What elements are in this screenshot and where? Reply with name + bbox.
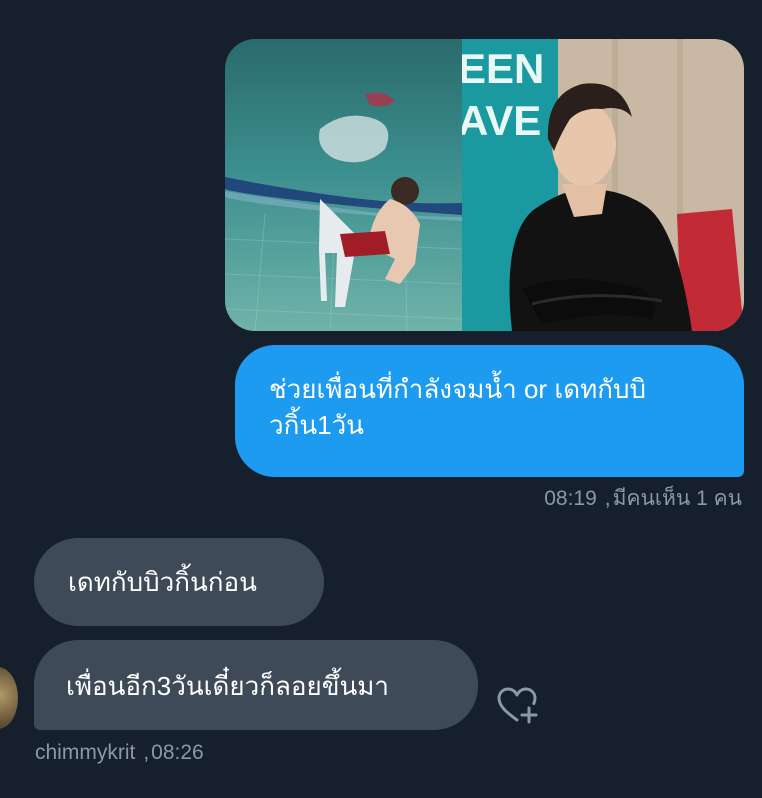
sent-message-bubble[interactable]: ช่วยเพื่อนที่กำลังจมน้ำ or เดทกับบิวกิ้น… xyxy=(235,345,744,477)
received-message-text: เพื่อนอีก3วันเดี๋ยวก็ลอยขึ้นมา xyxy=(66,671,390,701)
received-message-text: เดทกับบิวกิ้นก่อน xyxy=(68,567,257,597)
seen-status: มีคนเห็น 1 คน xyxy=(612,487,742,510)
received-message-bubble[interactable]: เดทกับบิวกิ้นก่อน xyxy=(34,538,324,626)
media-pool-scene xyxy=(225,39,463,331)
avatar[interactable] xyxy=(0,667,18,729)
sender-username[interactable]: chimmykrit xyxy=(35,741,135,764)
heart-plus-icon[interactable] xyxy=(496,686,540,726)
sent-time: 08:19 xyxy=(544,487,597,510)
received-time: 08:26 xyxy=(151,741,204,764)
received-message-bubble[interactable]: เพื่อนอีก3วันเดี๋ยวก็ลอยขึ้นมา xyxy=(34,640,478,730)
sent-message-text: ช่วยเพื่อนที่กำลังจมน้ำ or เดทกับบิวกิ้น… xyxy=(269,374,646,440)
received-message-meta: chimmykrit ,08:26 xyxy=(35,741,204,764)
sent-message-meta: 08:19 ,มีคนเห็น 1 คน xyxy=(544,487,742,510)
sent-media-image[interactable]: EEN AVE xyxy=(225,39,744,331)
backdrop-text-line1: EEN xyxy=(462,45,544,92)
media-portrait-scene: EEN AVE xyxy=(458,39,744,331)
backdrop-text-line2: AVE xyxy=(462,97,541,144)
